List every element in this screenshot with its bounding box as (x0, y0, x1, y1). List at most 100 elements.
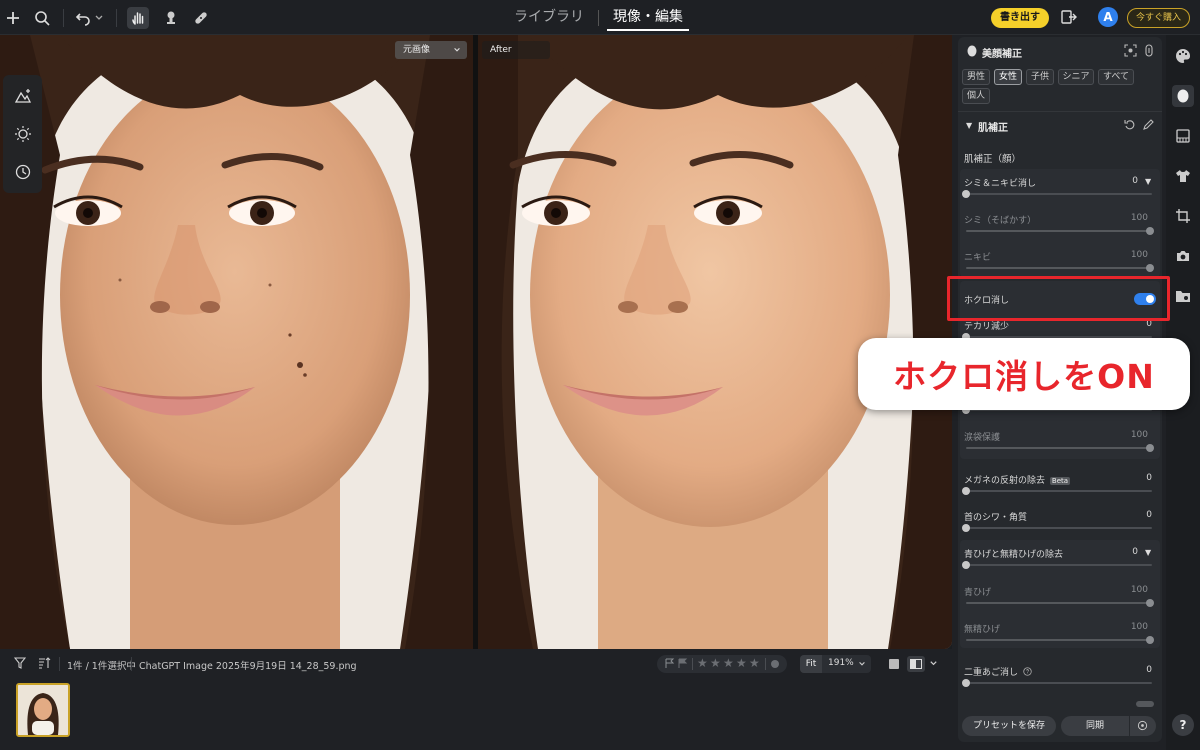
neck-slider-knob[interactable] (962, 524, 970, 532)
tab-develop-edit[interactable]: 現像・編集 (599, 0, 697, 35)
face-detect-icon[interactable] (1124, 44, 1137, 60)
beard-label: 青ひげと無精ひげの除去 (964, 550, 1064, 560)
blue-beard-slider[interactable] (966, 602, 1152, 604)
spots-label: シミ（そばかす） (964, 216, 1037, 226)
beard-value[interactable]: 0 (1108, 547, 1138, 557)
bandage-icon[interactable] (190, 7, 212, 29)
star-icon[interactable]: ★ (736, 656, 747, 670)
top-bar: ライブラリ 現像・編集 書き出す A 今すぐ購入 (0, 0, 1200, 35)
edit-icon[interactable] (1142, 119, 1154, 134)
neck-slider[interactable] (966, 527, 1152, 529)
acne-value[interactable]: 100 (1118, 250, 1148, 260)
chip-senior[interactable]: シニア (1058, 69, 1094, 85)
blue-beard-slider-knob[interactable] (1146, 599, 1154, 607)
save-preset-button[interactable]: プリセットを保存 (962, 716, 1056, 736)
buy-now-button[interactable]: 今すぐ購入 (1127, 8, 1190, 28)
star-icon[interactable]: ★ (710, 656, 721, 670)
spots-value[interactable]: 100 (1118, 213, 1148, 223)
neck-value[interactable]: 0 (1122, 510, 1152, 520)
before-after-view-icon[interactable] (907, 656, 925, 672)
partial-toggle[interactable] (1136, 701, 1154, 707)
star-icon[interactable]: ★ (697, 656, 708, 670)
stubble-label: 無精ひげ (964, 625, 1001, 635)
caret-down-icon[interactable]: ▼ (966, 121, 972, 130)
color-label-icon[interactable] (771, 660, 779, 668)
camera-icon[interactable] (1172, 245, 1194, 267)
glasses-slider-knob[interactable] (962, 487, 970, 495)
crop-icon[interactable] (1172, 205, 1194, 227)
chip-male[interactable]: 男性 (962, 69, 990, 85)
acne-slider-knob[interactable] (1146, 264, 1154, 272)
chip-individual[interactable]: 個人 (962, 88, 990, 104)
filmstrip-bar: 1件 / 1件選択中 ChatGPT Image 2025年9月19日 14_2… (0, 649, 952, 750)
blemish-slider[interactable] (966, 193, 1152, 195)
folder-settings-icon[interactable] (1172, 285, 1194, 307)
glasses-slider[interactable] (966, 490, 1152, 492)
reset-icon[interactable] (1124, 119, 1136, 134)
chip-female[interactable]: 女性 (994, 69, 1022, 85)
sync-settings-button[interactable] (1130, 716, 1156, 736)
sort-icon[interactable] (38, 657, 51, 672)
face-icon[interactable] (1172, 85, 1194, 107)
texture-icon[interactable] (1172, 125, 1194, 147)
double-chin-value[interactable]: 0 (1122, 665, 1152, 675)
blemish-value[interactable]: 0 (1108, 176, 1138, 186)
avatar[interactable]: A (1098, 7, 1118, 27)
eyebag-slider[interactable] (966, 447, 1152, 449)
single-view-icon[interactable] (889, 659, 899, 669)
shirt-icon[interactable] (1172, 165, 1194, 187)
filter-icon[interactable] (13, 657, 27, 672)
stamp-icon[interactable] (160, 7, 182, 29)
help-icon[interactable] (1023, 667, 1032, 676)
light-icon[interactable] (12, 123, 34, 145)
history-icon[interactable] (12, 161, 34, 183)
palette-icon[interactable] (1172, 45, 1194, 67)
spots-slider-knob[interactable] (1146, 227, 1154, 235)
star-icon[interactable]: ★ (723, 656, 734, 670)
image-viewer[interactable]: 元画像 After (0, 35, 952, 649)
auto-adjust-icon[interactable] (12, 85, 34, 107)
undo-icon[interactable] (72, 7, 94, 29)
help-button[interactable]: ? (1172, 714, 1194, 736)
blue-beard-value[interactable]: 100 (1118, 585, 1148, 595)
tab-library[interactable]: ライブラリ (500, 0, 598, 35)
fit-button[interactable]: Fit (800, 655, 822, 673)
file-name: ChatGPT Image 2025年9月19日 14_28_59.png (139, 661, 357, 672)
beard-slider-knob[interactable] (962, 561, 970, 569)
stubble-slider-knob[interactable] (1146, 636, 1154, 644)
export-window-icon[interactable] (1060, 8, 1078, 29)
glasses-value[interactable]: 0 (1122, 473, 1152, 483)
caret-down-icon[interactable]: ▼ (1145, 548, 1151, 557)
eyebag-value[interactable]: 100 (1118, 430, 1148, 440)
stubble-slider[interactable] (966, 639, 1152, 641)
double-chin-slider[interactable] (966, 682, 1152, 684)
export-button[interactable]: 書き出す (991, 8, 1049, 28)
beard-slider[interactable] (966, 564, 1152, 566)
hand-icon[interactable] (127, 7, 149, 29)
zoom-value[interactable]: 191% (828, 658, 854, 668)
chevron-down-icon[interactable] (929, 659, 938, 668)
caret-down-icon[interactable]: ▼ (1145, 177, 1151, 186)
double-chin-slider-knob[interactable] (962, 679, 970, 687)
glasses-label: メガネの反射の除去 Beta (964, 476, 1071, 486)
search-icon[interactable] (31, 7, 53, 29)
star-icon[interactable]: ★ (749, 656, 760, 670)
sync-button[interactable]: 同期 (1061, 716, 1129, 736)
eyebag-slider-knob[interactable] (1146, 444, 1154, 452)
spots-slider[interactable] (966, 230, 1152, 232)
reject-flag-icon[interactable] (678, 658, 688, 672)
chip-all[interactable]: すべて (1098, 69, 1134, 85)
add-icon[interactable] (2, 7, 24, 29)
stubble-value[interactable]: 100 (1118, 622, 1148, 632)
chevron-down-icon[interactable] (92, 7, 106, 29)
after-label: After (482, 41, 550, 59)
chevron-down-icon[interactable] (858, 660, 866, 668)
expand-icon[interactable] (1144, 44, 1154, 60)
blemish-slider-knob[interactable] (962, 190, 970, 198)
skin-correction-title[interactable]: 肌補正 (978, 119, 1008, 134)
acne-slider[interactable] (966, 267, 1152, 269)
flag-icon[interactable] (665, 658, 675, 672)
before-label[interactable]: 元画像 (395, 41, 467, 59)
chip-child[interactable]: 子供 (1026, 69, 1054, 85)
thumbnail[interactable] (16, 683, 70, 737)
